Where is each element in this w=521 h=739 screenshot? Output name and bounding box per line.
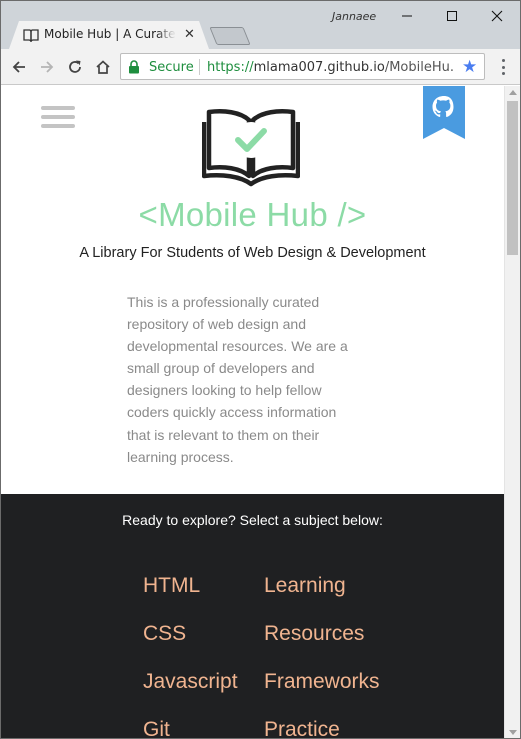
star-icon[interactable]: ★ bbox=[462, 57, 477, 77]
address-bar[interactable]: Secure https://mlama007.github.io/Mobile… bbox=[120, 53, 485, 80]
scroll-up-arrow-icon[interactable] bbox=[509, 90, 517, 95]
url-scheme: https:// bbox=[207, 60, 254, 75]
page-viewport: <Mobile Hub /> A Library For Students of… bbox=[1, 86, 504, 738]
maximize-button[interactable] bbox=[432, 3, 472, 29]
subject-link-resources[interactable]: Resources bbox=[264, 622, 364, 646]
title-bar: Mobile Hub | A Curated Collection ✕ Jann… bbox=[1, 1, 520, 49]
maximize-icon bbox=[447, 11, 457, 21]
browser-window: Mobile Hub | A Curated Collection ✕ Jann… bbox=[0, 0, 521, 739]
browser-toolbar: Secure https://mlama007.github.io/Mobile… bbox=[1, 49, 520, 85]
site-title: <Mobile Hub /> bbox=[138, 196, 367, 233]
home-icon bbox=[96, 60, 110, 74]
subject-link-css[interactable]: CSS bbox=[143, 622, 186, 646]
reload-icon bbox=[69, 60, 81, 73]
new-tab-button[interactable] bbox=[209, 27, 251, 45]
subject-link-practice[interactable]: Practice bbox=[264, 718, 340, 738]
site-tagline: A Library For Students of Web Design & D… bbox=[79, 245, 426, 261]
url-divider bbox=[199, 59, 200, 75]
tab-title: Mobile Hub | A Curated Collection bbox=[44, 27, 176, 41]
intro-paragraph: This is a professionally curated reposit… bbox=[127, 294, 348, 465]
back-arrow-icon bbox=[12, 61, 25, 73]
hamburger-menu-icon[interactable] bbox=[41, 106, 75, 128]
forward-arrow-icon bbox=[41, 61, 54, 73]
book-favicon-icon bbox=[23, 29, 39, 42]
vertical-scrollbar[interactable] bbox=[504, 86, 520, 738]
book-check-logo-icon bbox=[202, 109, 300, 187]
close-icon bbox=[491, 10, 503, 22]
lock-icon bbox=[129, 60, 139, 74]
back-button[interactable] bbox=[8, 56, 30, 78]
menu-dots-icon[interactable] bbox=[494, 58, 512, 76]
url-path: /MobileHu... bbox=[384, 60, 455, 75]
security-label: Secure bbox=[149, 60, 194, 75]
forward-button[interactable] bbox=[36, 56, 58, 78]
minimize-button[interactable] bbox=[387, 3, 427, 29]
scroll-thumb[interactable] bbox=[507, 101, 518, 255]
subject-link-learning[interactable]: Learning bbox=[264, 574, 346, 598]
scroll-down-arrow-icon[interactable] bbox=[509, 730, 517, 735]
subject-link-javascript[interactable]: Javascript bbox=[143, 670, 238, 694]
subject-link-git[interactable]: Git bbox=[143, 718, 170, 738]
github-octocat-icon[interactable] bbox=[423, 86, 465, 139]
tab-close-icon[interactable]: ✕ bbox=[184, 26, 195, 42]
explore-heading: Ready to explore? Select a subject below… bbox=[122, 512, 383, 528]
subject-link-frameworks[interactable]: Frameworks bbox=[264, 670, 380, 694]
profile-name[interactable]: Jannaee bbox=[332, 10, 376, 23]
url-text[interactable]: https://mlama007.github.io/MobileHu... bbox=[207, 60, 455, 75]
subject-link-html[interactable]: HTML bbox=[143, 574, 200, 598]
explore-section: Ready to explore? Select a subject below… bbox=[1, 494, 504, 738]
close-window-button[interactable] bbox=[477, 3, 517, 29]
reload-button[interactable] bbox=[64, 56, 86, 78]
home-button[interactable] bbox=[92, 56, 114, 78]
minimize-icon bbox=[402, 15, 412, 17]
url-host: mlama007.github.io bbox=[253, 60, 385, 75]
